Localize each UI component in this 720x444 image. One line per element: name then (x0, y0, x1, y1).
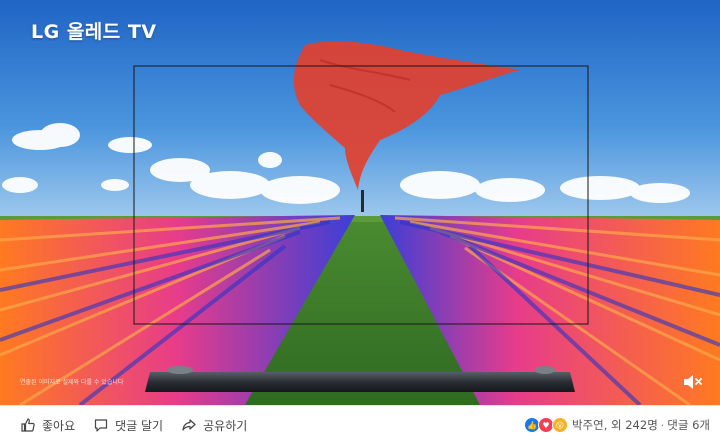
brand-title: LG 올레드 TV (31, 21, 157, 43)
post-action-bar: 좋아요 댓글 달기 공유하기 👍 ♥ 😮 박주연, 외 242명 · 댓글 6개 (0, 405, 720, 444)
separator: · (660, 418, 665, 432)
comment-icon (95, 419, 108, 432)
reaction-summary[interactable]: 👍 ♥ 😮 박주연, 외 242명 (523, 417, 658, 433)
speaker-muted-icon (684, 375, 702, 389)
figure (361, 190, 364, 212)
thumbs-up-icon (21, 418, 35, 432)
share-label: 공유하기 (203, 418, 248, 433)
video-player[interactable]: LG 올레드 TV 연출된 이미지로 실제와 다를 수 있습니다 (0, 0, 720, 405)
wow-reaction-icon: 😮 (551, 417, 568, 433)
share-button[interactable]: 공유하기 (181, 417, 247, 434)
comment-count[interactable]: 댓글 6개 (667, 417, 710, 433)
disclaimer-text: 연출된 이미지로 실제와 다를 수 있습니다 (20, 379, 124, 386)
comment-label: 댓글 달기 (115, 418, 164, 433)
post: LG 올레드 TV 연출된 이미지로 실제와 다를 수 있습니다 좋아요 댓글 … (0, 0, 720, 444)
like-label: 좋아요 (42, 418, 76, 433)
mute-button[interactable] (680, 370, 704, 394)
reaction-text: 박주연, 외 242명 (571, 418, 658, 432)
ad-scene (0, 0, 720, 405)
share-arrow-icon (182, 419, 196, 431)
comment-button[interactable]: 댓글 달기 (93, 417, 163, 434)
like-button[interactable]: 좋아요 (20, 417, 75, 434)
tv-soundbar (145, 372, 575, 392)
